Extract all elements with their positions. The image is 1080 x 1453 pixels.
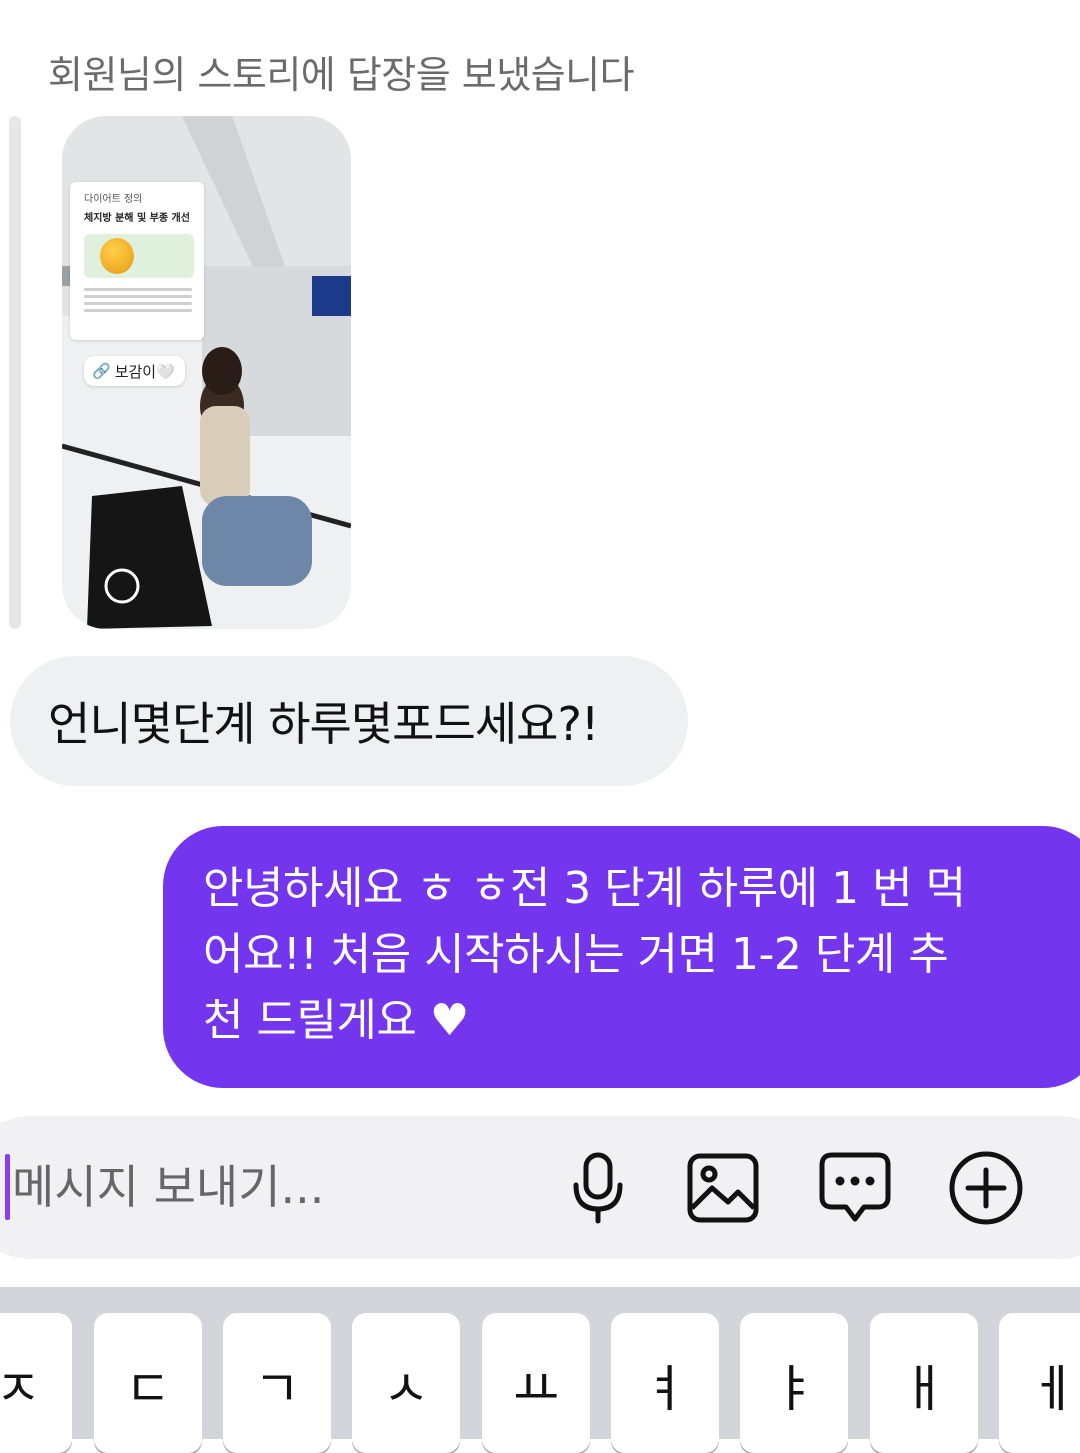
sent-message-line: 안녕하세요 ㅎ ㅎ전 3 단계 하루에 1 번 먹 [203, 863, 966, 914]
message-input[interactable] [12, 1152, 512, 1222]
quote-bar [9, 116, 21, 629]
story-thumbnail[interactable]: 다이어트 정의 체지방 분해 및 부종 개선 🔗 보감이🤍 [62, 116, 351, 629]
sent-message-bubble[interactable]: 안녕하세요 ㅎ ㅎ전 3 단계 하루에 1 번 먹 어요!! 처음 시작하시는 … [163, 826, 1080, 1088]
text-caret [5, 1154, 10, 1220]
story-card-subtitle: 다이어트 정의 [84, 194, 143, 205]
key[interactable]: ㅔ [999, 1313, 1080, 1453]
key[interactable]: ㄷ [94, 1313, 202, 1453]
received-message-bubble[interactable]: 언니몇단계 하루몇포드세요?! [10, 656, 688, 786]
key[interactable]: ㅑ [740, 1313, 848, 1453]
plus-circle-icon [949, 1151, 1023, 1225]
key[interactable]: ㅅ [352, 1313, 460, 1453]
image-icon [687, 1153, 759, 1223]
gallery-button[interactable] [685, 1150, 761, 1226]
story-link-tag[interactable]: 🔗 보감이🤍 [84, 356, 185, 386]
story-card-text-lines [84, 288, 204, 312]
story-reply-note: 회원님의 스토리에 답장을 보냈습니다 [48, 53, 635, 97]
add-button[interactable] [948, 1150, 1024, 1226]
key[interactable]: ㅐ [870, 1313, 978, 1453]
story-card-title: 체지방 분해 및 부종 개선 [84, 213, 190, 224]
microphone-button[interactable] [560, 1150, 636, 1226]
key[interactable]: ㄱ [223, 1313, 331, 1453]
sent-message-line: 어요!! 처음 시작하시는 거면 1-2 단계 추 [203, 929, 949, 980]
sent-message-line: 천 드릴게요 ♥ [203, 995, 469, 1046]
received-message-text: 언니몇단계 하루몇포드세요?! [48, 697, 599, 751]
story-tag-label: 보감이🤍 [114, 362, 175, 381]
key[interactable]: ㅛ [482, 1313, 590, 1453]
chat-bubble-icon [819, 1152, 891, 1222]
sticker-button[interactable] [817, 1150, 893, 1226]
fruit-image [84, 234, 194, 278]
story-info-card: 다이어트 정의 체지방 분해 및 부종 개선 [70, 182, 204, 340]
microphone-icon [573, 1152, 623, 1224]
key[interactable]: ㅈ [0, 1313, 72, 1453]
link-icon: 🔗 [92, 362, 111, 380]
key[interactable]: ㅕ [611, 1313, 719, 1453]
